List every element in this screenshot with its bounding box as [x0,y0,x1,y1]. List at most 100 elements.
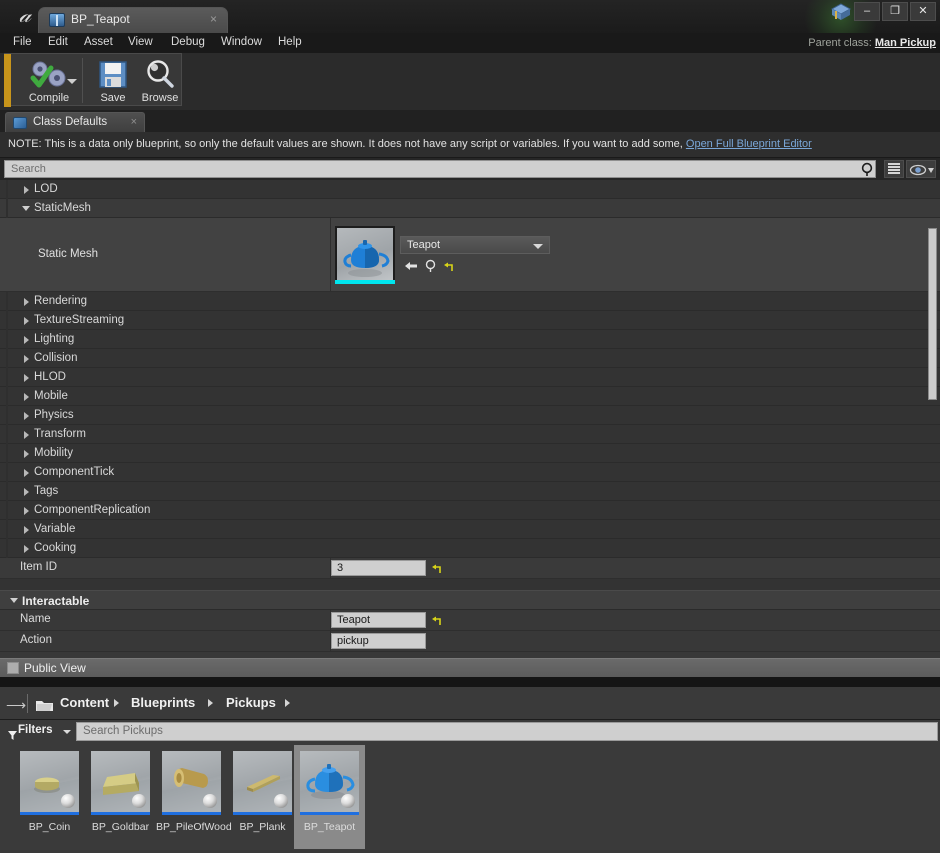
chevron-right-icon[interactable] [24,186,29,194]
category-row-physics[interactable]: Physics [0,406,940,425]
search-input[interactable]: Search [4,160,876,178]
asset-type-badge [203,794,217,808]
category-row-lod[interactable]: LOD [0,180,940,199]
minimize-button[interactable]: – [854,2,880,21]
view-options-button[interactable] [906,160,936,178]
chevron-right-icon[interactable] [24,469,29,477]
chevron-right-icon[interactable] [24,507,29,515]
use-selected-asset-icon[interactable] [404,259,418,278]
row-gutter [6,482,8,501]
details-vertical-scrollbar[interactable] [928,228,937,400]
chevron-right-icon[interactable] [24,526,29,534]
blueprint-icon [49,13,65,27]
chevron-right-icon[interactable] [285,699,290,707]
menu-debug[interactable]: Debug [168,36,208,48]
chevron-right-icon[interactable] [24,298,29,306]
menu-file[interactable]: File [10,36,35,48]
category-row-tags[interactable]: Tags [0,482,940,501]
details-search-bar: Search [0,158,940,180]
category-row-mobile[interactable]: Mobile [0,387,940,406]
category-row-componentreplication[interactable]: ComponentReplication [0,501,940,520]
chevron-right-icon[interactable] [24,355,29,363]
asset-drag-cursor-icon [830,2,852,22]
maximize-button[interactable]: ❐ [882,2,908,21]
chevron-down-icon[interactable] [63,730,71,734]
view-grid-button[interactable] [884,160,904,178]
chevron-right-icon[interactable] [24,450,29,458]
action-input[interactable]: pickup [331,633,426,649]
menu-edit[interactable]: Edit [45,36,71,48]
breadcrumb-blueprints[interactable]: Blueprints [131,695,195,710]
close-icon[interactable]: × [210,12,217,26]
static-mesh-dropdown[interactable]: Teapot [400,236,550,254]
reset-to-default-icon[interactable] [432,562,443,574]
chevron-right-icon[interactable] [24,431,29,439]
breadcrumb-pickups[interactable]: Pickups [226,695,276,710]
name-input[interactable]: Teapot [331,612,426,628]
browse-button[interactable]: Browse [134,57,186,105]
chevron-right-icon[interactable] [24,336,29,344]
category-label: Physics [34,409,74,421]
category-row-lighting[interactable]: Lighting [0,330,940,349]
browse-to-asset-icon[interactable] [424,259,438,278]
reset-to-default-icon[interactable] [444,260,455,278]
save-button[interactable]: Save [90,57,136,105]
category-row-transform[interactable]: Transform [0,425,940,444]
tab-class-defaults[interactable]: Class Defaults × [5,112,145,132]
category-row-componenttick[interactable]: ComponentTick [0,463,940,482]
breadcrumb-divider [27,694,28,713]
asset-type-badge [341,794,355,808]
item-id-label: Item ID [20,561,58,573]
navigate-forward-icon[interactable]: ⟶ [6,697,26,714]
category-row-hlod[interactable]: HLOD [0,368,940,387]
menu-asset[interactable]: Asset [81,36,116,48]
asset-tile-bp-plank[interactable]: BP_Plank [227,745,298,849]
chevron-right-icon[interactable] [24,317,29,325]
menu-help[interactable]: Help [275,36,305,48]
asset-tab-bp-teapot[interactable]: BP_Teapot × [38,7,228,33]
category-row-staticmesh[interactable]: StaticMesh [0,199,940,218]
chevron-down-icon[interactable] [533,244,543,249]
item-id-input[interactable]: 3 [331,560,426,576]
chevron-right-icon[interactable] [24,393,29,401]
title-bar: 𝒶 BP_Teapot × – ❐ ✕ [0,0,940,54]
static-mesh-thumbnail[interactable] [335,226,395,284]
chevron-down-icon[interactable] [22,206,30,211]
menu-window[interactable]: Window [218,36,265,48]
content-browser-search-input[interactable]: Search Pickups [76,722,938,741]
asset-tile-bp-coin[interactable]: BP_Coin [14,745,85,849]
reset-to-default-icon[interactable] [432,614,443,626]
category-row-rendering[interactable]: Rendering [0,292,940,311]
category-row-collision[interactable]: Collision [0,349,940,368]
chevron-right-icon [114,699,119,707]
toolbar-accent-bar [4,54,11,107]
filters-button[interactable]: Filters [18,724,53,736]
chevron-right-icon[interactable] [24,374,29,382]
category-row-variable[interactable]: Variable [0,520,940,539]
breadcrumb-content[interactable]: Content [60,695,109,710]
item-id-value: 3 [337,562,344,574]
chevron-down-icon[interactable] [10,598,18,603]
asset-label: BP_Plank [239,821,286,833]
chevron-right-icon[interactable] [24,412,29,420]
asset-tile-bp-goldbar[interactable]: BP_Goldbar [85,745,156,849]
close-icon[interactable]: × [131,116,137,128]
category-row-cooking[interactable]: Cooking [0,539,940,558]
section-header-interactable[interactable]: Interactable [0,590,940,610]
public-view-checkbox[interactable] [7,662,19,674]
close-window-button[interactable]: ✕ [910,2,936,21]
category-row-texturestreaming[interactable]: TextureStreaming [0,311,940,330]
category-row-mobility[interactable]: Mobility [0,444,940,463]
chevron-right-icon[interactable] [24,545,29,553]
compile-dropdown-icon[interactable] [67,79,77,84]
menu-view[interactable]: View [125,36,156,48]
chevron-right-icon[interactable] [24,488,29,496]
parent-class-link[interactable]: Man Pickup [875,37,936,49]
name-label: Name [20,613,51,625]
main-toolbar: Compile Save Browse [0,53,940,110]
search-icon[interactable] [860,162,876,178]
open-full-blueprint-editor-link[interactable]: Open Full Blueprint Editor [686,138,812,150]
asset-tile-bp-teapot[interactable]: BP_Teapot [294,745,365,849]
asset-tile-bp-pileofwood[interactable]: BP_PileOfWood [156,745,232,849]
row-gutter [6,292,8,311]
